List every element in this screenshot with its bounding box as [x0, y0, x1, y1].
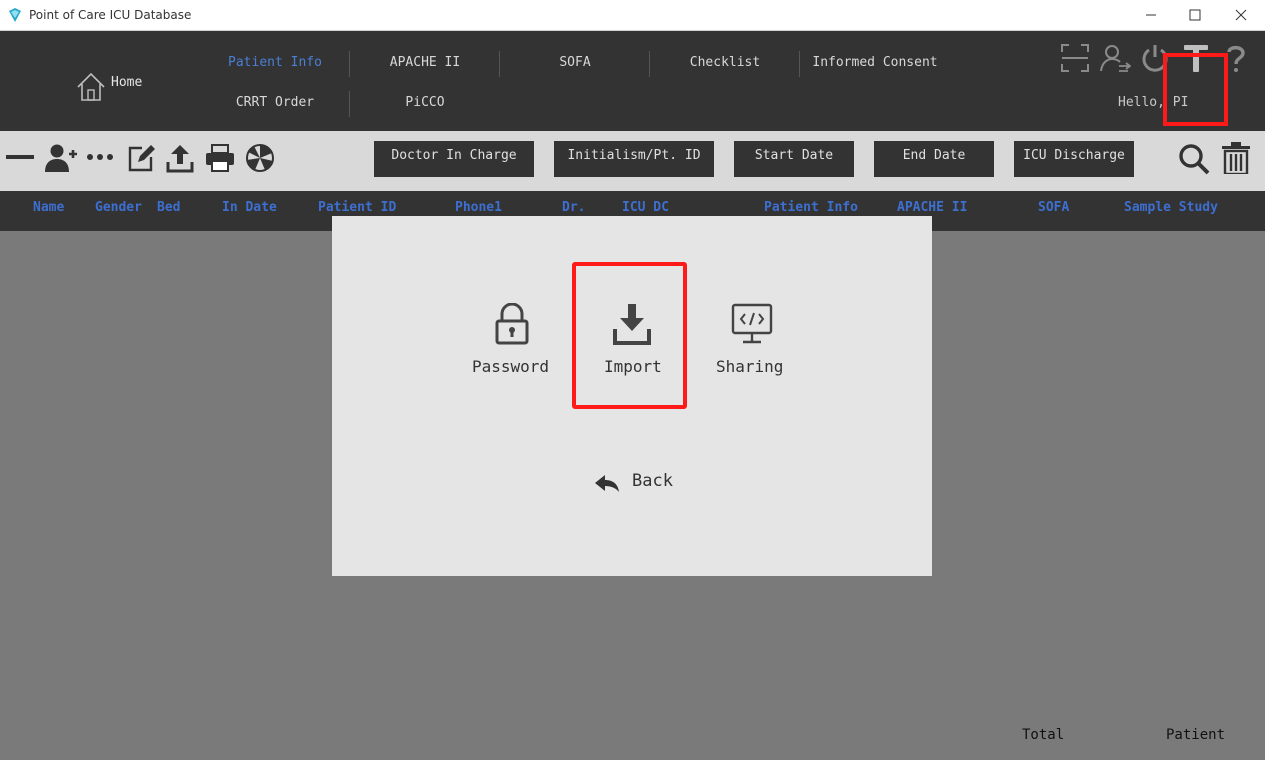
- column-header[interactable]: Name: [33, 200, 64, 215]
- tab-crrt-order[interactable]: CRRT Order: [200, 95, 350, 110]
- scan-icon[interactable]: [1060, 43, 1090, 73]
- column-header[interactable]: Sample Study: [1124, 200, 1218, 215]
- sharing-option[interactable]: Sharing: [716, 357, 783, 376]
- initialism-button[interactable]: Initialism/Pt. ID: [554, 141, 714, 177]
- column-header[interactable]: Patient Info: [764, 200, 858, 215]
- tools-highlight-box: [1163, 53, 1228, 126]
- window-title: Point of Care ICU Database: [29, 8, 192, 22]
- greeting-text: Hello, PI: [1118, 95, 1189, 110]
- help-icon[interactable]: [1225, 43, 1247, 73]
- top-navigation: Home Patient Info APACHE II SOFA Checkli…: [0, 31, 1265, 131]
- title-bar: Point of Care ICU Database: [0, 0, 1265, 31]
- home-link[interactable]: Home: [111, 75, 142, 90]
- minimize-icon[interactable]: [1140, 5, 1162, 25]
- doctor-in-charge-button[interactable]: Doctor In Charge: [374, 141, 534, 177]
- column-header[interactable]: SOFA: [1038, 200, 1069, 215]
- back-arrow-icon[interactable]: [594, 473, 620, 493]
- end-date-button[interactable]: End Date: [874, 141, 994, 177]
- remove-icon[interactable]: [6, 155, 34, 161]
- maximize-icon[interactable]: [1184, 5, 1206, 25]
- total-label: Total: [1022, 727, 1065, 743]
- icu-discharge-button[interactable]: ICU Discharge: [1014, 141, 1134, 177]
- password-option[interactable]: Password: [472, 357, 549, 376]
- column-header[interactable]: Bed: [157, 200, 180, 215]
- tab-patient-info[interactable]: Patient Info: [200, 55, 350, 70]
- back-button[interactable]: Back: [632, 471, 673, 491]
- tab-apache-ii[interactable]: APACHE II: [350, 55, 500, 70]
- column-header[interactable]: In Date: [222, 200, 277, 215]
- toolbar: Doctor In Charge Initialism/Pt. ID Start…: [0, 131, 1265, 191]
- close-icon[interactable]: [1230, 5, 1252, 25]
- column-header[interactable]: Phone1: [455, 200, 502, 215]
- delete-icon[interactable]: [1221, 142, 1251, 174]
- lock-icon[interactable]: [494, 303, 530, 345]
- tab-picco[interactable]: PiCCO: [350, 95, 500, 110]
- upload-icon[interactable]: [166, 143, 194, 173]
- home-icon[interactable]: [76, 71, 106, 103]
- column-header[interactable]: Patient ID: [318, 200, 396, 215]
- tab-sofa[interactable]: SOFA: [500, 55, 650, 70]
- patient-count-label: Patient: [1166, 727, 1226, 743]
- add-patient-icon[interactable]: [43, 143, 77, 173]
- chart-icon[interactable]: [245, 143, 275, 173]
- tab-informed-consent[interactable]: Informed Consent: [800, 55, 950, 70]
- import-highlight-box: [572, 262, 687, 409]
- app-logo-icon: [9, 8, 21, 22]
- edit-icon[interactable]: [127, 144, 155, 172]
- code-monitor-icon[interactable]: [731, 303, 773, 345]
- tab-checklist[interactable]: Checklist: [650, 55, 800, 70]
- settings-dialog: Password Import Sharing Back: [332, 216, 932, 576]
- column-header[interactable]: Dr.: [562, 200, 585, 215]
- search-icon[interactable]: [1178, 143, 1210, 175]
- column-header[interactable]: APACHE II: [897, 200, 967, 215]
- more-icon[interactable]: [86, 153, 114, 161]
- column-header[interactable]: ICU DC: [622, 200, 669, 215]
- print-icon[interactable]: [205, 144, 235, 172]
- switch-user-icon[interactable]: [1099, 43, 1131, 73]
- start-date-button[interactable]: Start Date: [734, 141, 854, 177]
- column-header[interactable]: Gender: [95, 200, 142, 215]
